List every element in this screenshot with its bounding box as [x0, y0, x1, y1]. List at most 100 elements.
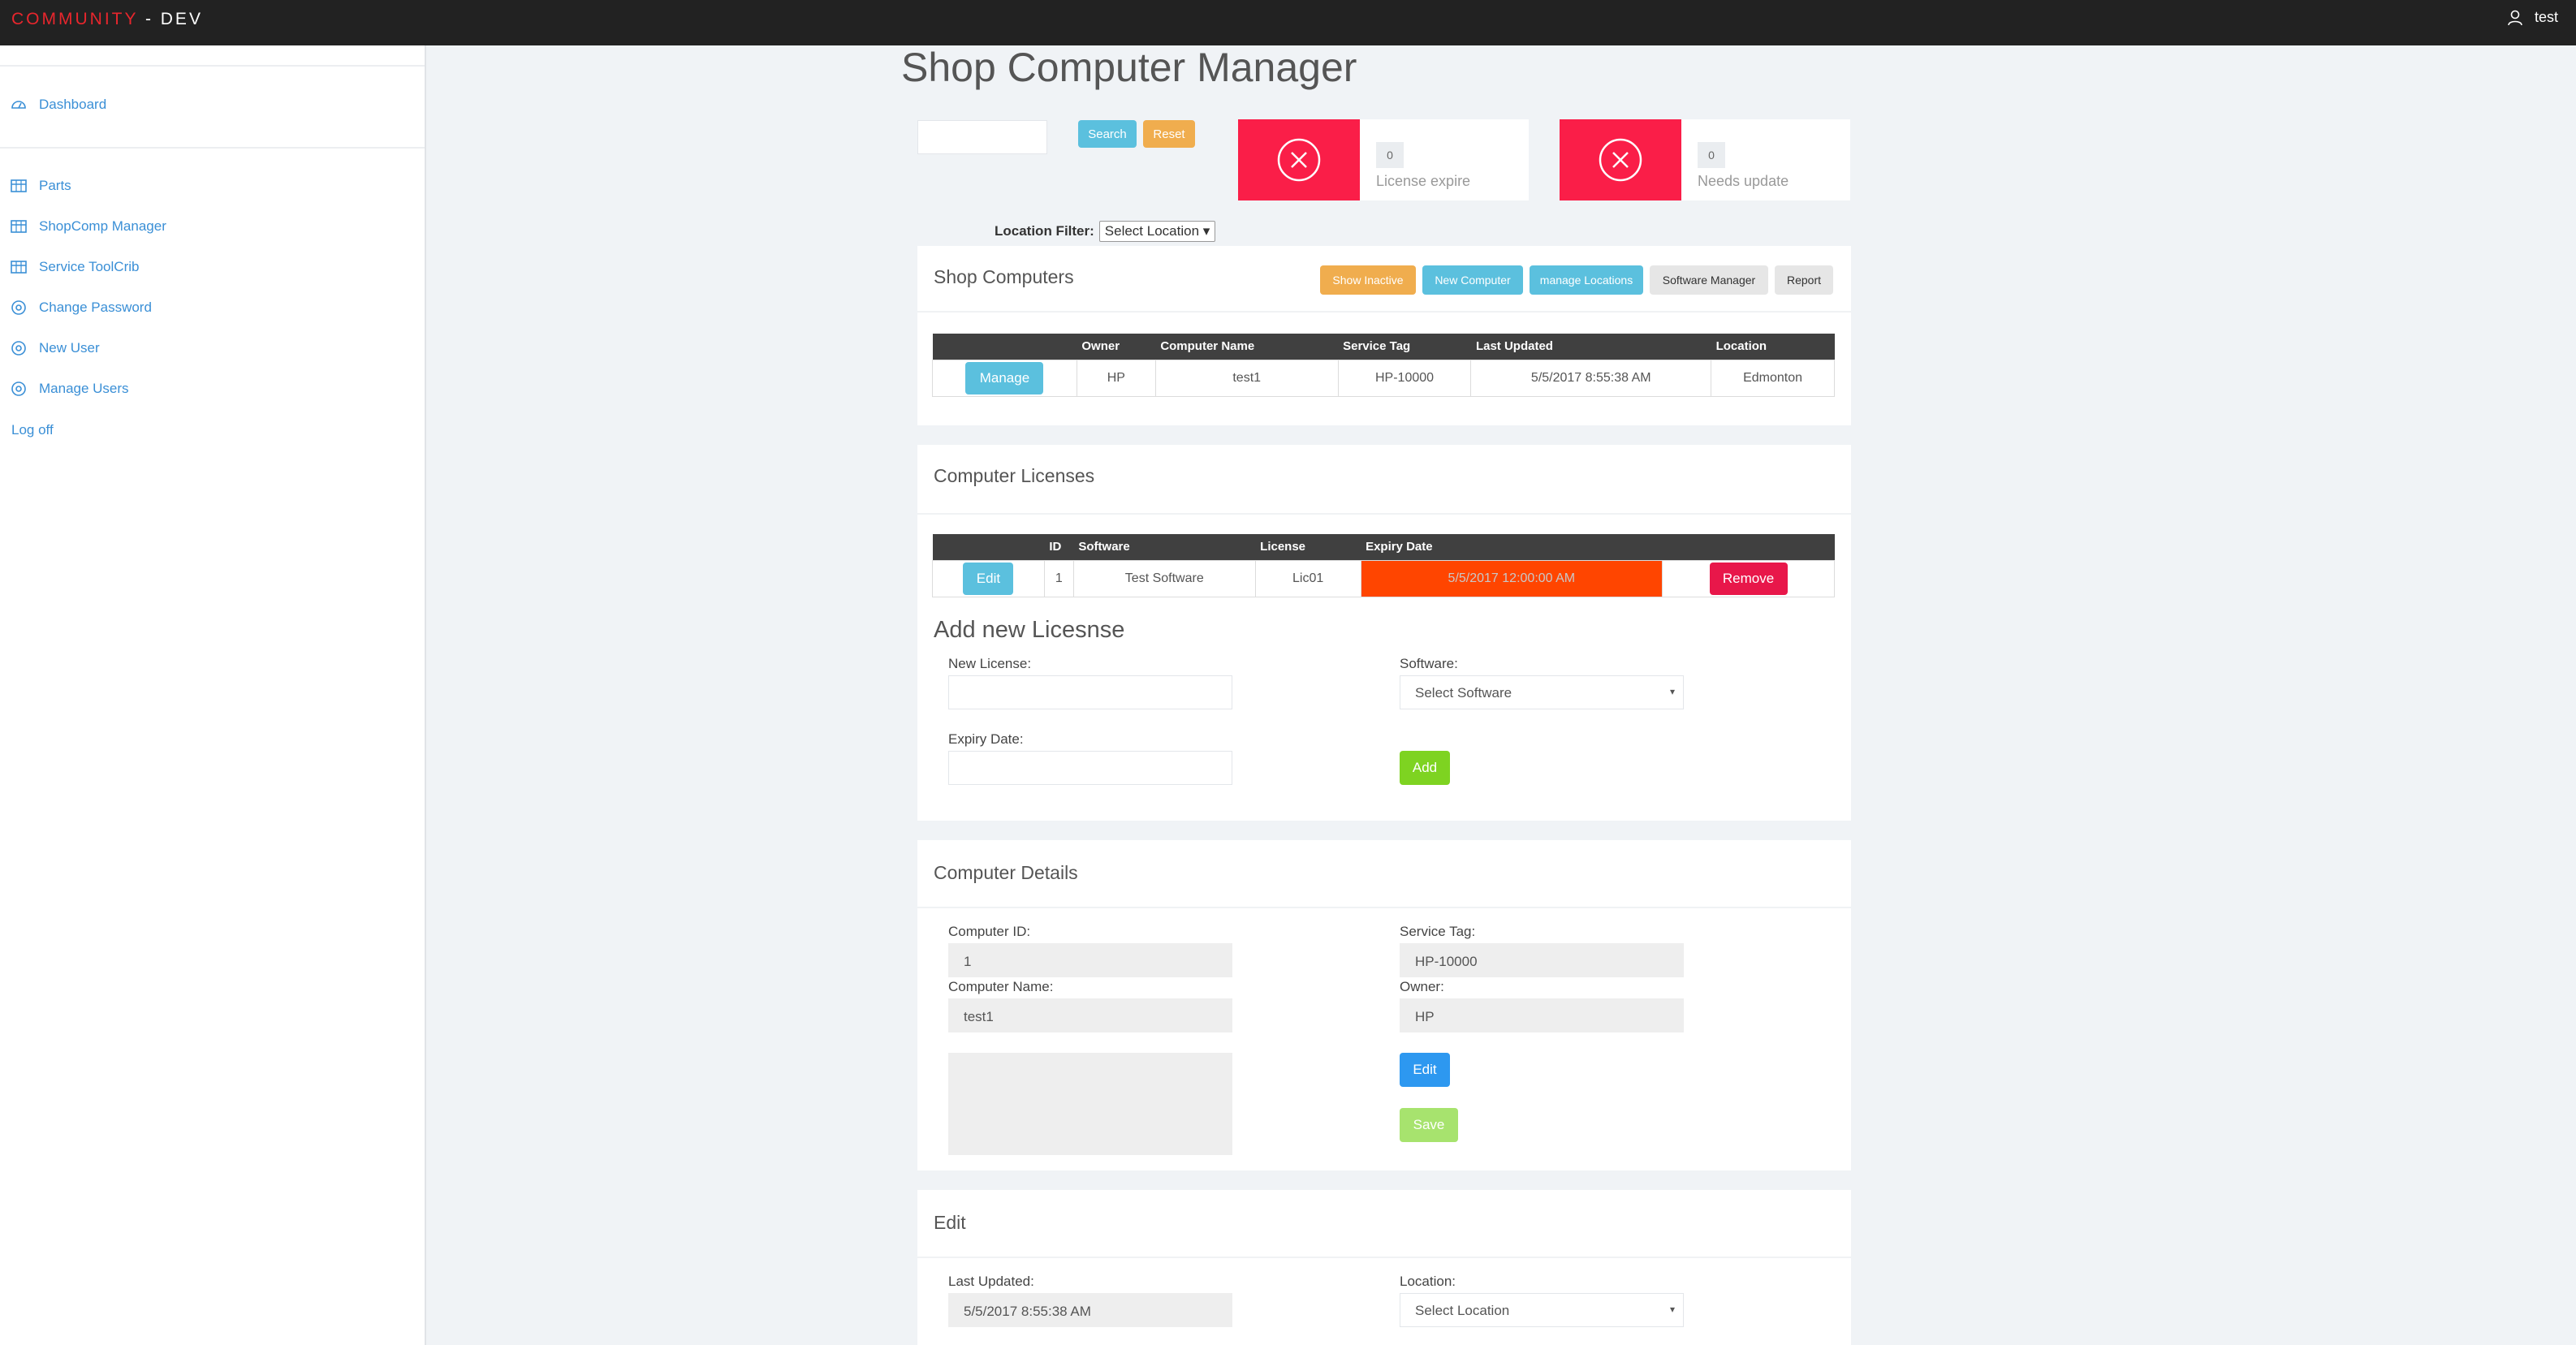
table-header-row: Owner Computer Name Service Tag Last Upd… [932, 334, 1835, 360]
table-icon [11, 179, 27, 192]
panel-divider [917, 907, 1851, 908]
sidebar-item-label: Dashboard [39, 97, 107, 112]
table-header-row: ID Software License Expiry Date [932, 534, 1835, 560]
computer-details-panel: Computer Details Computer ID: 1 Service … [917, 840, 1851, 1170]
needs-update-stat[interactable]: 0 Needs update [1560, 119, 1850, 200]
shop-computers-panel: Shop Computers Show Inactive New Compute… [917, 246, 1851, 425]
sidebar-item-shopcomp-manager[interactable]: ShopComp Manager [10, 218, 166, 235]
stat-label: License expire [1376, 173, 1471, 189]
table-icon [11, 261, 27, 274]
remove-cell: Remove [1662, 559, 1835, 597]
brand-logo[interactable]: COMMUNITY - DEV [11, 10, 203, 29]
panel-title: Shop Computers [934, 266, 1074, 287]
manage-locations-button[interactable]: manage Locations [1530, 265, 1643, 295]
sidebar-item-new-user[interactable]: New User [10, 339, 100, 357]
action-cell: Edit [932, 559, 1045, 597]
panel-divider [917, 311, 1851, 313]
last-updated-field: 5/5/2017 8:55:38 AM [948, 1293, 1232, 1327]
owner-cell: HP [1076, 359, 1156, 397]
software-label: Software: [1400, 656, 1458, 671]
software-cell: Test Software [1072, 559, 1256, 597]
sidebar-item-service-toolcrib[interactable]: Service ToolCrib [10, 258, 139, 276]
search-button[interactable]: Search [1078, 120, 1137, 148]
location-filter-select[interactable]: Select Location ▾ [1098, 221, 1216, 242]
panel-divider [917, 513, 1851, 515]
software-select-value: Select Software [1415, 685, 1512, 701]
shop-computers-table: Owner Computer Name Service Tag Last Upd… [932, 334, 1835, 397]
page-title: Shop Computer Manager [901, 45, 1357, 90]
add-license-button[interactable]: Add [1400, 751, 1450, 785]
sidebar-item-label: Service ToolCrib [39, 259, 140, 274]
action-cell: Manage [932, 359, 1077, 397]
close-circle-icon [1599, 138, 1642, 182]
computer-name-cell: test1 [1154, 359, 1339, 397]
reset-button[interactable]: Reset [1143, 120, 1195, 148]
user-name: test [2534, 9, 2558, 25]
stat-label: Needs update [1698, 173, 1789, 189]
software-manager-button[interactable]: Software Manager [1650, 265, 1768, 295]
stat-alert-box [1238, 119, 1360, 200]
sidebar-item-dashboard[interactable]: Dashboard [10, 96, 106, 114]
licenses-table: ID Software License Expiry Date Edit 1 T… [932, 534, 1835, 597]
last-updated-cell: 5/5/2017 8:55:38 AM [1470, 359, 1712, 397]
notes-textarea[interactable] [948, 1053, 1232, 1155]
id-cell: 1 [1043, 559, 1074, 597]
show-inactive-button[interactable]: Show Inactive [1320, 265, 1416, 295]
table-row: Edit 1 Test Software Lic01 5/5/2017 12:0… [932, 559, 1835, 597]
settings-icon [11, 341, 26, 356]
new-license-input[interactable] [948, 675, 1232, 709]
dropdown-arrow-icon: ▾ [1669, 686, 1675, 697]
license-expire-stat[interactable]: 0 License expire [1238, 119, 1529, 200]
sidebar-item-label: Manage Users [39, 381, 129, 396]
computer-id-field: 1 [948, 943, 1232, 977]
license-cell: Lic01 [1254, 559, 1361, 597]
remove-license-button[interactable]: Remove [1709, 562, 1788, 595]
search-input[interactable] [917, 120, 1047, 154]
service-tag-label: Service Tag: [1400, 924, 1476, 939]
computer-name-label: Computer Name: [948, 979, 1054, 994]
settings-icon [11, 382, 26, 396]
column-header [932, 534, 1045, 560]
software-select[interactable]: Select Software ▾ [1400, 675, 1684, 709]
location-cell: Edmonton [1711, 359, 1835, 397]
location-filter-value: Select Location [1104, 223, 1200, 239]
stat-alert-box [1560, 119, 1681, 200]
location-filter-label: Location Filter: [995, 223, 1094, 239]
computer-id-label: Computer ID: [948, 924, 1031, 939]
edit-panel: Edit Last Updated: 5/5/2017 8:55:38 AM L… [917, 1190, 1851, 1345]
manage-button[interactable]: Manage [965, 361, 1044, 394]
edit-license-button[interactable]: Edit [963, 562, 1014, 595]
sidebar-item-label: ShopComp Manager [39, 218, 166, 234]
expiry-date-input[interactable] [948, 751, 1232, 785]
dashboard-icon [11, 101, 26, 109]
expiry-date-label: Expiry Date: [948, 731, 1024, 747]
column-header: Service Tag [1338, 334, 1471, 360]
sidebar-item-manage-users[interactable]: Manage Users [10, 380, 129, 398]
logoff-link[interactable]: Log off [11, 422, 54, 438]
sidebar-item-parts[interactable]: Parts [10, 177, 71, 195]
new-computer-button[interactable]: New Computer [1422, 265, 1523, 295]
service-tag-cell: HP-10000 [1337, 359, 1472, 397]
column-header: Software [1073, 534, 1256, 560]
service-tag-field: HP-10000 [1400, 943, 1684, 977]
column-header [1662, 534, 1835, 560]
close-circle-icon [1277, 138, 1321, 182]
save-details-button[interactable]: Save [1400, 1108, 1458, 1142]
user-icon [2508, 10, 2522, 25]
settings-icon [11, 300, 26, 315]
report-button[interactable]: Report [1775, 265, 1833, 295]
brand-env: - DEV [138, 10, 203, 28]
panel-title: Computer Licenses [934, 465, 1095, 486]
edit-details-button[interactable]: Edit [1400, 1053, 1450, 1087]
user-menu[interactable]: test [2507, 9, 2558, 26]
sidebar-divider [0, 65, 425, 67]
dropdown-arrow-icon: ▾ [1669, 1304, 1675, 1315]
column-header: Owner [1077, 334, 1156, 360]
top-navbar: COMMUNITY - DEV test [0, 0, 2576, 45]
location-label: Location: [1400, 1274, 1456, 1289]
dropdown-arrow-icon: ▾ [1202, 223, 1210, 239]
sidebar-item-change-password[interactable]: Change Password [10, 299, 152, 317]
table-icon [11, 220, 27, 233]
location-select[interactable]: Select Location ▾ [1400, 1293, 1684, 1327]
panel-title: Computer Details [934, 862, 1078, 883]
